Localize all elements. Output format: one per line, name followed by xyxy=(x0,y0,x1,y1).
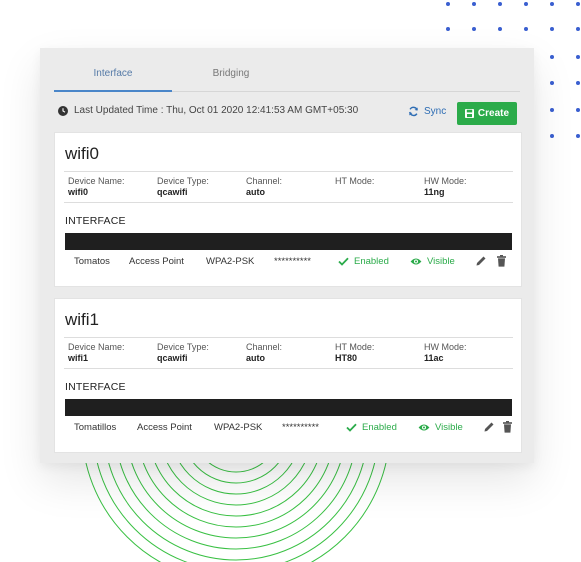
last-updated-text: Last Updated Time : Thu, Oct 01 2020 12:… xyxy=(74,105,359,116)
decorative-dot xyxy=(446,2,450,6)
device-name-value: wifi1 xyxy=(68,353,89,363)
device-type-field: Device Type: qcawifi xyxy=(157,342,246,364)
decorative-dot xyxy=(550,108,554,112)
hw-mode-field: HW Mode: 11ng xyxy=(424,176,513,198)
hw-mode-field: HW Mode: 11ac xyxy=(424,342,513,364)
security-cell: WPA2-PSK xyxy=(214,422,263,433)
radio-card-wifi0: wifi0 Device Name: wifi0 Device Type: qc… xyxy=(54,132,522,287)
status-text: Enabled xyxy=(362,422,397,433)
device-type-label: Device Type: xyxy=(157,342,209,352)
check-icon xyxy=(346,423,357,432)
device-type-value: qcawifi xyxy=(157,353,188,363)
clock-icon xyxy=(58,105,68,116)
decorative-dot xyxy=(524,27,528,31)
status-cell: Enabled xyxy=(338,256,389,267)
sync-label: Sync xyxy=(424,106,447,117)
sync-icon xyxy=(408,106,419,117)
security-cell: WPA2-PSK xyxy=(206,256,255,267)
channel-label: Channel: xyxy=(246,176,283,186)
hw-mode-label: HW Mode: xyxy=(424,342,467,352)
key-cell: ********** xyxy=(274,256,311,267)
decorative-dot xyxy=(550,2,554,6)
trash-icon[interactable] xyxy=(502,421,514,433)
pencil-icon[interactable] xyxy=(475,255,487,267)
eye-icon xyxy=(418,424,430,431)
ht-mode-label: HT Mode: xyxy=(335,176,375,186)
save-icon xyxy=(464,109,474,118)
interface-table-header xyxy=(65,233,512,250)
device-name-field: Device Name: wifi1 xyxy=(68,342,157,364)
decorative-dot xyxy=(446,27,450,31)
radio-properties: Device Name: wifi1 Device Type: qcawifi … xyxy=(64,337,513,369)
hw-mode-value: 11ng xyxy=(424,187,445,197)
radio-card-wifi1: wifi1 Device Name: wifi1 Device Type: qc… xyxy=(54,298,522,453)
ht-mode-field: HT Mode: xyxy=(335,176,424,187)
mode-cell: Access Point xyxy=(129,256,184,267)
pencil-icon[interactable] xyxy=(483,421,495,433)
decorative-dot xyxy=(576,108,580,112)
channel-field: Channel: auto xyxy=(246,342,335,364)
channel-value: auto xyxy=(246,187,265,197)
decorative-dot xyxy=(576,134,580,138)
radio-name: wifi0 xyxy=(65,144,100,163)
tab-bar: Interface Bridging xyxy=(54,66,520,92)
decorative-dot xyxy=(576,81,580,85)
visibility-cell: Visible xyxy=(418,422,463,433)
interface-row[interactable]: Tomatillos Access Point WPA2-PSK *******… xyxy=(65,416,512,440)
radio-name: wifi1 xyxy=(65,310,100,329)
ht-mode-label: HT Mode: xyxy=(335,342,375,352)
sync-button[interactable]: Sync xyxy=(408,106,446,117)
radio-properties: Device Name: wifi0 Device Type: qcawifi … xyxy=(64,171,513,203)
visibility-text: Visible xyxy=(427,256,455,267)
device-name-label: Device Name: xyxy=(68,176,125,186)
create-button[interactable]: Create xyxy=(457,102,517,125)
interface-row[interactable]: Tomatos Access Point WPA2-PSK **********… xyxy=(65,250,512,274)
key-cell: ********** xyxy=(282,422,319,433)
decorative-dot xyxy=(550,27,554,31)
decorative-dot xyxy=(472,27,476,31)
hw-mode-label: HW Mode: xyxy=(424,176,467,186)
ht-mode-value: HT80 xyxy=(335,353,358,363)
device-type-field: Device Type: qcawifi xyxy=(157,176,246,198)
interface-section-title: INTERFACE xyxy=(65,381,126,393)
decorative-dot xyxy=(550,134,554,138)
decorative-dot xyxy=(524,2,528,6)
decorative-dot xyxy=(576,27,580,31)
decorative-dot xyxy=(550,81,554,85)
interface-table-header xyxy=(65,399,512,416)
wireless-settings-panel: Interface Bridging Last Updated Time : T… xyxy=(40,48,534,463)
tab-interface[interactable]: Interface xyxy=(54,66,172,92)
decorative-dot xyxy=(498,27,502,31)
channel-value: auto xyxy=(246,353,265,363)
channel-field: Channel: auto xyxy=(246,176,335,198)
decorative-dot xyxy=(472,2,476,6)
status-cell: Enabled xyxy=(346,422,397,433)
trash-icon[interactable] xyxy=(496,255,508,267)
visibility-cell: Visible xyxy=(410,256,455,267)
channel-label: Channel: xyxy=(246,342,283,352)
ssid-cell: Tomatos xyxy=(74,256,110,267)
interface-section-title: INTERFACE xyxy=(65,215,126,227)
decorative-dot xyxy=(550,55,554,59)
device-name-field: Device Name: wifi0 xyxy=(68,176,157,198)
device-name-value: wifi0 xyxy=(68,187,89,197)
ht-mode-field: HT Mode: HT80 xyxy=(335,342,424,364)
last-updated-status: Last Updated Time : Thu, Oct 01 2020 12:… xyxy=(58,105,358,116)
eye-icon xyxy=(410,258,422,265)
device-type-value: qcawifi xyxy=(157,187,188,197)
mode-cell: Access Point xyxy=(137,422,192,433)
create-label: Create xyxy=(477,108,510,119)
check-icon xyxy=(338,257,349,266)
decorative-dot xyxy=(576,2,580,6)
ssid-cell: Tomatillos xyxy=(74,422,117,433)
decorative-dot xyxy=(576,55,580,59)
tab-bridging[interactable]: Bridging xyxy=(172,66,290,92)
device-type-label: Device Type: xyxy=(157,176,209,186)
device-name-label: Device Name: xyxy=(68,342,125,352)
decorative-dot xyxy=(498,2,502,6)
hw-mode-value: 11ac xyxy=(424,353,444,363)
visibility-text: Visible xyxy=(435,422,463,433)
status-text: Enabled xyxy=(354,256,389,267)
